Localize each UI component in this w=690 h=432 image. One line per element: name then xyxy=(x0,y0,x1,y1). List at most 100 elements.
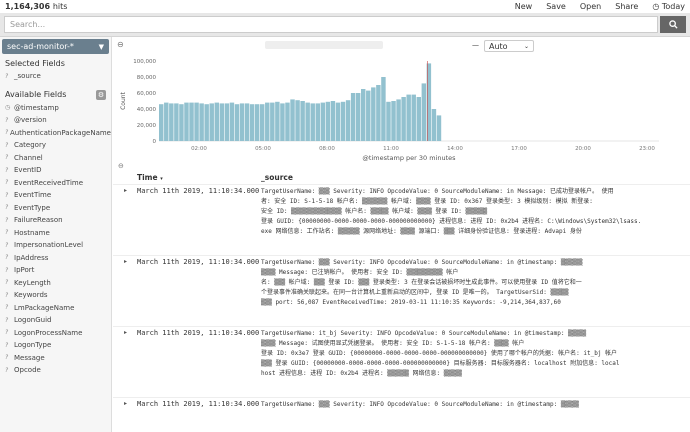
histogram-bar xyxy=(189,102,194,141)
y-tick-label: 100,000 xyxy=(133,59,156,65)
collapse-icon[interactable]: ⊖ xyxy=(117,40,124,49)
share-button[interactable]: Share xyxy=(615,2,638,11)
field-item[interactable]: ? Message xyxy=(0,352,111,365)
histogram-bar xyxy=(315,103,320,141)
field-item[interactable]: ? Keywords xyxy=(0,289,111,302)
index-pattern-select[interactable]: sec-ad-monitor-* ▼ xyxy=(2,39,109,54)
field-item[interactable]: ? EventTime xyxy=(0,189,111,202)
field-label: LogonType xyxy=(14,341,52,350)
table-row[interactable]: ▸ March 11th 2019, 11:10:34.000 TargetUser… xyxy=(113,326,690,396)
column-time-label: Time xyxy=(137,173,158,182)
histogram-bar xyxy=(305,102,310,141)
histogram-bar xyxy=(396,99,401,141)
field-item[interactable]: ? FailureReason xyxy=(0,214,111,227)
field-item[interactable]: ? IpPort xyxy=(0,264,111,277)
y-tick-label: 20,000 xyxy=(137,123,157,129)
histogram-bar xyxy=(239,103,245,141)
field-item-source[interactable]: ? _source xyxy=(0,70,111,83)
field-item[interactable]: ? LogonType xyxy=(0,339,111,352)
table-row[interactable]: ▸ March 11th 2019, 11:10:34.000 TargetUser… xyxy=(113,397,690,432)
histogram-bar xyxy=(179,104,184,141)
field-item[interactable]: ? AuthenticationPackageName xyxy=(0,127,111,140)
histogram-bar xyxy=(174,103,179,141)
collapse-icon[interactable]: ⊖ xyxy=(118,162,124,170)
histogram-bar xyxy=(244,103,250,141)
histogram-bar xyxy=(285,102,290,141)
field-item[interactable]: ? ImpersonationLevel xyxy=(0,239,111,252)
field-item[interactable]: ? @version xyxy=(0,114,111,127)
chart-toolbar: ⊖ — Auto ⌄ xyxy=(113,39,690,53)
source-line: exe 网络信息: 工作站名: ▒▒▒▒▒▒ 源网络地址: ▒▒▒▒ 源端口: … xyxy=(261,228,582,235)
text-type-icon: ? xyxy=(5,366,9,374)
histogram-chart: Count 100,000 80,000 60,000 40,000 20,000 0 02:… xyxy=(120,59,659,162)
source-line: 登录 ID: 0x3e7 登录 GUID: {00000000-0000-000… xyxy=(261,350,618,357)
interval-select[interactable]: Auto ⌄ xyxy=(484,40,534,52)
y-tick-label: 40,000 xyxy=(137,107,157,113)
field-item[interactable]: ? Channel xyxy=(0,152,111,165)
column-time[interactable]: Time ▾ xyxy=(137,173,163,182)
field-item[interactable]: ? LmPackageName xyxy=(0,302,111,315)
histogram-bar xyxy=(416,97,421,141)
x-tick-label: 02:00 xyxy=(191,146,207,152)
field-label: LogonProcessName xyxy=(14,328,83,337)
field-item[interactable]: ? LogonProcessName xyxy=(0,327,111,340)
histogram-bar xyxy=(199,103,204,141)
field-label: Keywords xyxy=(14,291,48,300)
field-label: FailureReason xyxy=(14,216,63,225)
histogram-bar xyxy=(249,104,255,141)
y-axis-label: Count xyxy=(120,91,127,109)
field-label: Channel xyxy=(14,153,43,162)
text-type-icon: ? xyxy=(5,266,9,274)
expand-row-icon[interactable]: ▸ xyxy=(124,400,127,407)
source-line: TargetUserName: ▒▒▒ Severity: INFO Opcod… xyxy=(261,188,614,195)
field-label: Category xyxy=(14,141,46,150)
source-line: 登录 GUID: {00000000-0000-0000-0000-000000… xyxy=(261,218,642,225)
source-line: 名: ▒▒▒ 帐户域: ▒▒▒ 登录 ID: ▒▒▒ 登录类型: 3 在登录会话… xyxy=(261,279,582,286)
field-label: Message xyxy=(14,353,45,362)
x-tick-label: 11:00 xyxy=(383,146,399,152)
field-label: @timestamp xyxy=(14,103,59,112)
field-item[interactable]: ? EventID xyxy=(0,164,111,177)
histogram-bar xyxy=(335,102,341,141)
column-source[interactable]: _source xyxy=(261,173,293,182)
y-tick-label: 0 xyxy=(153,139,157,145)
field-item[interactable]: ◷ @timestamp xyxy=(0,102,111,115)
open-button[interactable]: Open xyxy=(580,2,601,11)
field-item[interactable]: ? Category xyxy=(0,139,111,152)
field-item[interactable]: ? EventType xyxy=(0,202,111,215)
histogram-bar xyxy=(381,77,386,141)
expand-row-icon[interactable]: ▸ xyxy=(124,187,127,194)
time-picker-button[interactable]: ◷ Today xyxy=(652,2,685,11)
text-type-icon: ? xyxy=(5,229,9,237)
histogram-bar xyxy=(320,102,326,141)
gear-icon[interactable]: ⚙ xyxy=(96,89,106,100)
field-item[interactable]: ? IpAddress xyxy=(0,252,111,265)
new-button[interactable]: New xyxy=(515,2,532,11)
field-item[interactable]: ? LogonGuid xyxy=(0,314,111,327)
histogram-bar xyxy=(386,101,391,141)
search-bar: Search... xyxy=(0,13,690,37)
expand-row-icon[interactable]: ▸ xyxy=(124,258,127,265)
histogram-bar xyxy=(426,63,432,141)
chevron-down-icon: ▼ xyxy=(98,42,104,51)
field-item[interactable]: ? Hostname xyxy=(0,227,111,240)
field-item[interactable]: ? EventReceivedTime xyxy=(0,177,111,190)
histogram-bar xyxy=(421,83,427,141)
table-row[interactable]: ▸ March 11th 2019, 11:10:34.000 TargetUser… xyxy=(113,255,690,325)
separator-dash: — xyxy=(472,41,479,49)
histogram-bar xyxy=(194,102,199,141)
field-item[interactable]: ? Opcode xyxy=(0,364,111,377)
table-row[interactable]: ▸ March 11th 2019, 11:10:34.000 TargetUser… xyxy=(113,184,690,254)
field-item[interactable]: ? KeyLength xyxy=(0,277,111,290)
text-type-icon: ? xyxy=(5,291,9,299)
histogram-bar xyxy=(229,102,235,141)
save-button[interactable]: Save xyxy=(546,2,566,11)
search-button[interactable] xyxy=(660,16,686,33)
source-line: ▒▒▒ port: 56,087 EventReceivedTime: 2019… xyxy=(261,299,561,306)
available-fields-list: ◷ @timestamp? @version? AuthenticationPacka… xyxy=(0,102,111,377)
histogram-bar xyxy=(300,101,305,141)
expand-row-icon[interactable]: ▸ xyxy=(124,329,127,336)
search-input[interactable]: Search... xyxy=(4,16,658,33)
row-source: TargetUserName: it_bj Severity: INFO Opc… xyxy=(261,329,681,379)
histogram-bar xyxy=(159,104,164,141)
